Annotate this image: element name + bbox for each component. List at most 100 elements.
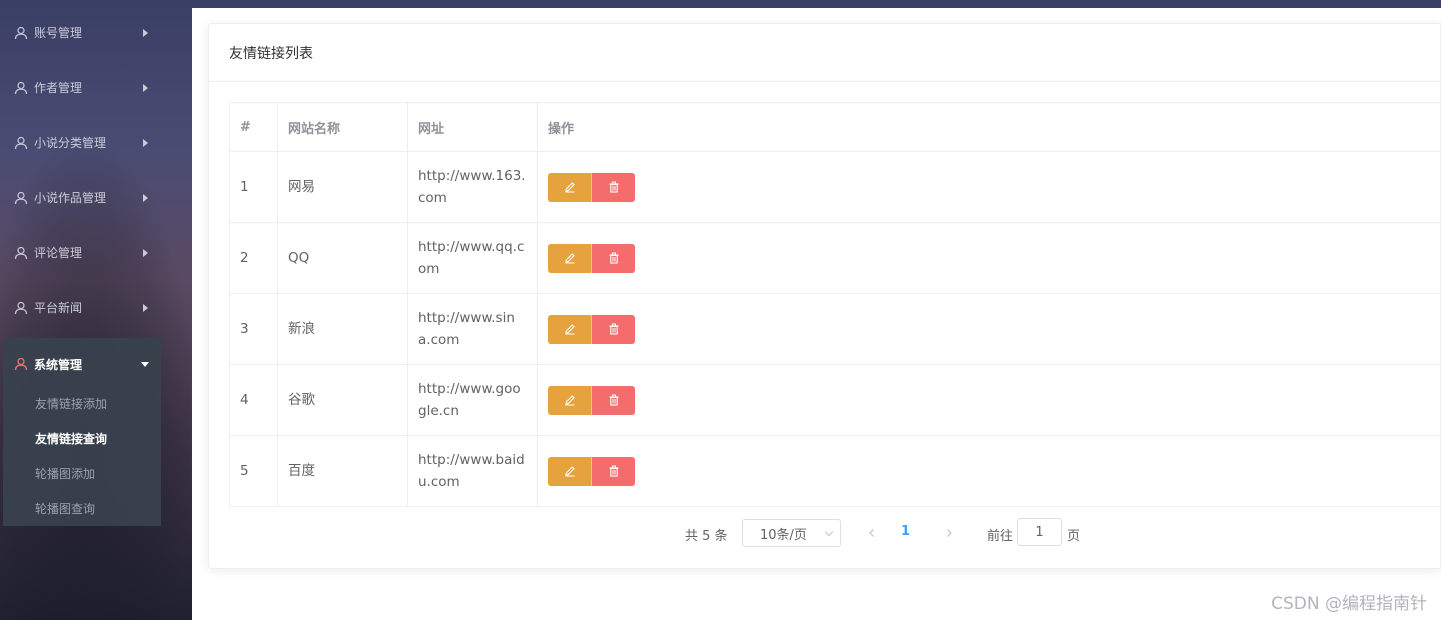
- trash-icon: [609, 323, 618, 335]
- table-row: 1 网易 http://www.163.com: [229, 151, 1441, 223]
- user-icon: [14, 246, 28, 260]
- edit-icon: [564, 395, 575, 406]
- table-header-row: # 网站名称 网址 操作: [229, 102, 1441, 152]
- cell-id: 4: [229, 364, 278, 436]
- goto-page-input[interactable]: [1017, 518, 1062, 546]
- table-row: 4 谷歌 http://www.google.cn: [229, 364, 1441, 436]
- caret-right-icon: [143, 303, 148, 312]
- column-header: #: [229, 102, 278, 152]
- delete-button[interactable]: [592, 172, 635, 202]
- page-unit-label: 页: [1067, 529, 1081, 544]
- page-size-value: 10条/页: [760, 527, 807, 543]
- cell-name: 百度: [277, 435, 408, 507]
- friend-link-card: 友情链接列表 # 网站名称 网址 操作 1 网易 http://www.163.…: [208, 23, 1441, 569]
- menu-novel-category[interactable]: 小说分类管理: [0, 115, 160, 170]
- menu-label: 评论管理: [34, 246, 83, 260]
- table-row: 5 百度 http://www.baidu.com: [229, 435, 1441, 507]
- cell-actions: [537, 222, 1441, 294]
- table-row: 2 QQ http://www.qq.com: [229, 222, 1441, 294]
- user-icon: [14, 136, 28, 150]
- cell-id: 2: [229, 222, 278, 294]
- submenu-carousel-add[interactable]: 轮播图添加: [3, 456, 161, 491]
- caret-right-icon: [143, 28, 148, 37]
- prev-page-button[interactable]: [862, 523, 882, 543]
- main-content: 友情链接列表 # 网站名称 网址 操作 1 网易 http://www.163.…: [192, 8, 1441, 620]
- cell-name: 网易: [277, 151, 408, 223]
- delete-button[interactable]: [592, 243, 635, 273]
- caret-right-icon: [143, 138, 148, 147]
- menu-system-management: 系统管理 友情链接添加 友情链接查询 轮播图添加 轮播图查询: [3, 338, 161, 526]
- menu-label: 账号管理: [34, 26, 83, 40]
- cell-id: 3: [229, 293, 278, 365]
- trash-icon: [609, 394, 618, 406]
- cell-id: 5: [229, 435, 278, 507]
- edit-button[interactable]: [548, 456, 592, 486]
- chevron-down-icon: [824, 527, 834, 537]
- edit-button[interactable]: [548, 172, 592, 202]
- cell-actions: [537, 151, 1441, 223]
- trash-icon: [609, 465, 618, 477]
- cell-name: QQ: [277, 222, 408, 294]
- caret-right-icon: [143, 248, 148, 257]
- cell-actions: [537, 435, 1441, 507]
- caret-right-icon: [143, 83, 148, 92]
- next-page-button[interactable]: [939, 523, 959, 543]
- column-header: 网站名称: [277, 102, 408, 152]
- cell-url: http://www.qq.com: [407, 222, 538, 294]
- pagination: 共 5 条 10条/页 1 前往 页: [209, 518, 1440, 548]
- pagination-total: 共 5 条: [685, 529, 728, 544]
- cell-actions: [537, 364, 1441, 436]
- delete-button[interactable]: [592, 385, 635, 415]
- edit-button[interactable]: [548, 314, 592, 344]
- menu-label: 作者管理: [34, 81, 83, 95]
- delete-button[interactable]: [592, 314, 635, 344]
- edit-icon: [564, 253, 575, 264]
- chevron-left-icon: [869, 529, 874, 537]
- column-header: 操作: [537, 102, 1441, 152]
- menu-novel-works[interactable]: 小说作品管理: [0, 170, 160, 225]
- card-title: 友情链接列表: [209, 24, 1440, 82]
- user-icon: [14, 26, 28, 40]
- chevron-right-icon: [947, 529, 952, 537]
- user-icon: [14, 301, 28, 315]
- cell-name: 新浪: [277, 293, 408, 365]
- user-icon: [14, 191, 28, 205]
- cell-url: http://www.163.com: [407, 151, 538, 223]
- page-size-select[interactable]: 10条/页: [742, 519, 841, 547]
- edit-icon: [564, 182, 575, 193]
- sidebar: 账号管理 作者管理 小说分类管理 小说作品管理 评论管理 平台新闻 系统管理 友…: [0, 0, 172, 620]
- column-header: 网址: [407, 102, 538, 152]
- user-icon: [14, 81, 28, 95]
- submenu-friend-link-add[interactable]: 友情链接添加: [3, 386, 161, 421]
- cell-name: 谷歌: [277, 364, 408, 436]
- cell-url: http://www.baidu.com: [407, 435, 538, 507]
- menu-system-management-header[interactable]: 系统管理: [3, 338, 161, 390]
- cell-id: 1: [229, 151, 278, 223]
- goto-label: 前往: [987, 529, 1014, 544]
- menu-account[interactable]: 账号管理: [0, 5, 160, 60]
- edit-icon: [564, 466, 575, 477]
- cell-actions: [537, 293, 1441, 365]
- submenu-carousel-query[interactable]: 轮播图查询: [3, 491, 161, 526]
- friend-link-table: # 网站名称 网址 操作 1 网易 http://www.163.com 2 Q…: [229, 102, 1441, 507]
- caret-down-icon: [141, 362, 149, 367]
- menu-comments[interactable]: 评论管理: [0, 225, 160, 280]
- edit-button[interactable]: [548, 243, 592, 273]
- page-number-current[interactable]: 1: [901, 524, 910, 539]
- menu-label: 小说作品管理: [34, 191, 107, 205]
- cell-url: http://www.sina.com: [407, 293, 538, 365]
- menu-author[interactable]: 作者管理: [0, 60, 160, 115]
- submenu-friend-link-query[interactable]: 友情链接查询: [3, 421, 161, 456]
- user-icon: [14, 357, 28, 371]
- menu-label: 系统管理: [34, 357, 83, 372]
- edit-button[interactable]: [548, 385, 592, 415]
- menu-platform-news[interactable]: 平台新闻: [0, 280, 160, 335]
- cell-url: http://www.google.cn: [407, 364, 538, 436]
- watermark: CSDN @编程指南针: [1271, 594, 1427, 614]
- caret-right-icon: [143, 193, 148, 202]
- trash-icon: [609, 181, 618, 193]
- menu-label: 小说分类管理: [34, 136, 107, 150]
- delete-button[interactable]: [592, 456, 635, 486]
- trash-icon: [609, 252, 618, 264]
- edit-icon: [564, 324, 575, 335]
